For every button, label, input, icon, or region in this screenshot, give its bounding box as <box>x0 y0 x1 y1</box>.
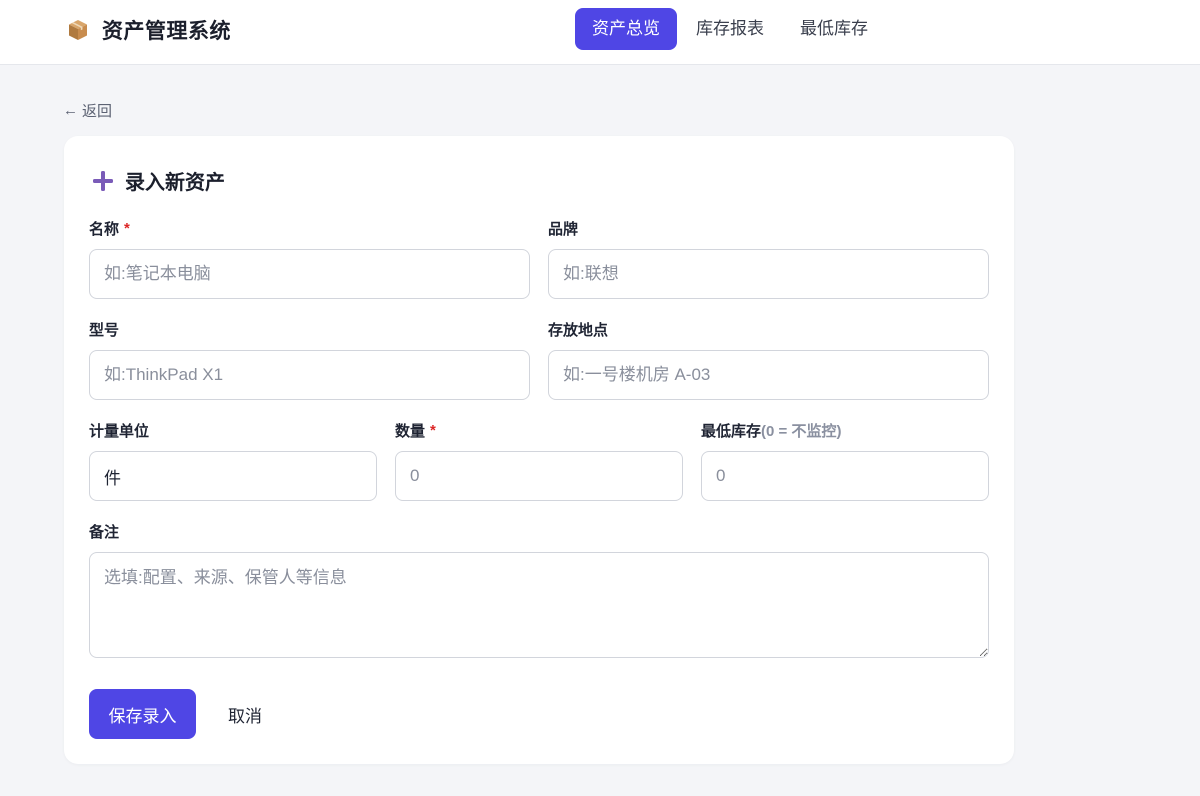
quantity-input[interactable] <box>395 451 683 501</box>
form-title-text: 录入新资产 <box>125 172 225 194</box>
nav-item-asset-overview[interactable]: 资产总览 <box>575 8 677 50</box>
model-field-group: 型号 <box>89 319 530 400</box>
unit-label-text: 计量单位 <box>89 422 150 440</box>
app-title: 资产管理系统 <box>102 20 231 43</box>
brand-input[interactable] <box>548 249 989 299</box>
min-stock-label-text: 最低库存 <box>701 422 762 440</box>
notes-label-text: 备注 <box>89 523 120 541</box>
location-label-text: 存放地点 <box>548 321 609 339</box>
location-label: 存放地点 <box>548 319 989 339</box>
top-navbar: 资产管理系统 资产总览 库存报表 最低库存 <box>0 0 1200 65</box>
unit-input[interactable] <box>89 451 377 501</box>
notes-textarea[interactable] <box>89 552 989 658</box>
location-field-group: 存放地点 <box>548 319 989 400</box>
form-title: 录入新资产 <box>91 166 225 195</box>
main-nav: 资产总览 库存报表 最低库存 <box>575 8 887 50</box>
nav-item-inventory-report[interactable]: 库存报表 <box>679 8 781 50</box>
notes-label: 备注 <box>89 521 989 541</box>
quantity-label: 数量 * <box>395 420 683 440</box>
back-label: 返回 <box>82 103 113 120</box>
brand-field-group: 品牌 <box>548 218 989 299</box>
brand-label-text: 品牌 <box>548 220 579 238</box>
min-stock-field-group: 最低库存 (0 = 不监控) <box>701 420 989 501</box>
required-marker: * <box>124 219 130 237</box>
quantity-field-group: 数量 * <box>395 420 683 501</box>
save-button[interactable]: 保存录入 <box>89 689 196 739</box>
notes-field-group: 备注 <box>89 521 989 663</box>
model-label: 型号 <box>89 319 530 339</box>
required-marker: * <box>430 421 436 439</box>
min-stock-hint: (0 = 不监控) <box>761 422 842 440</box>
model-input[interactable] <box>89 350 530 400</box>
back-link[interactable]: ← 返回 <box>63 100 112 121</box>
name-label: 名称 * <box>89 218 530 238</box>
package-icon <box>66 18 90 42</box>
location-input[interactable] <box>548 350 989 400</box>
name-input[interactable] <box>89 249 530 299</box>
new-asset-form-card: 录入新资产 名称 * 品牌 型号 存放地点 计量单位 数量 <box>64 136 1014 764</box>
arrow-left-icon: ← <box>63 102 78 119</box>
brand[interactable]: 资产管理系统 <box>66 16 231 44</box>
plus-icon <box>91 169 115 193</box>
unit-field-group: 计量单位 <box>89 420 377 501</box>
model-label-text: 型号 <box>89 321 120 339</box>
nav-item-min-stock[interactable]: 最低库存 <box>783 8 885 50</box>
quantity-label-text: 数量 <box>395 422 426 440</box>
unit-label: 计量单位 <box>89 420 377 440</box>
name-field-group: 名称 * <box>89 218 530 299</box>
min-stock-label: 最低库存 (0 = 不监控) <box>701 420 989 440</box>
brand-label: 品牌 <box>548 218 989 238</box>
name-label-text: 名称 <box>89 220 120 238</box>
min-stock-input[interactable] <box>701 451 989 501</box>
cancel-button[interactable]: 取消 <box>212 689 278 739</box>
